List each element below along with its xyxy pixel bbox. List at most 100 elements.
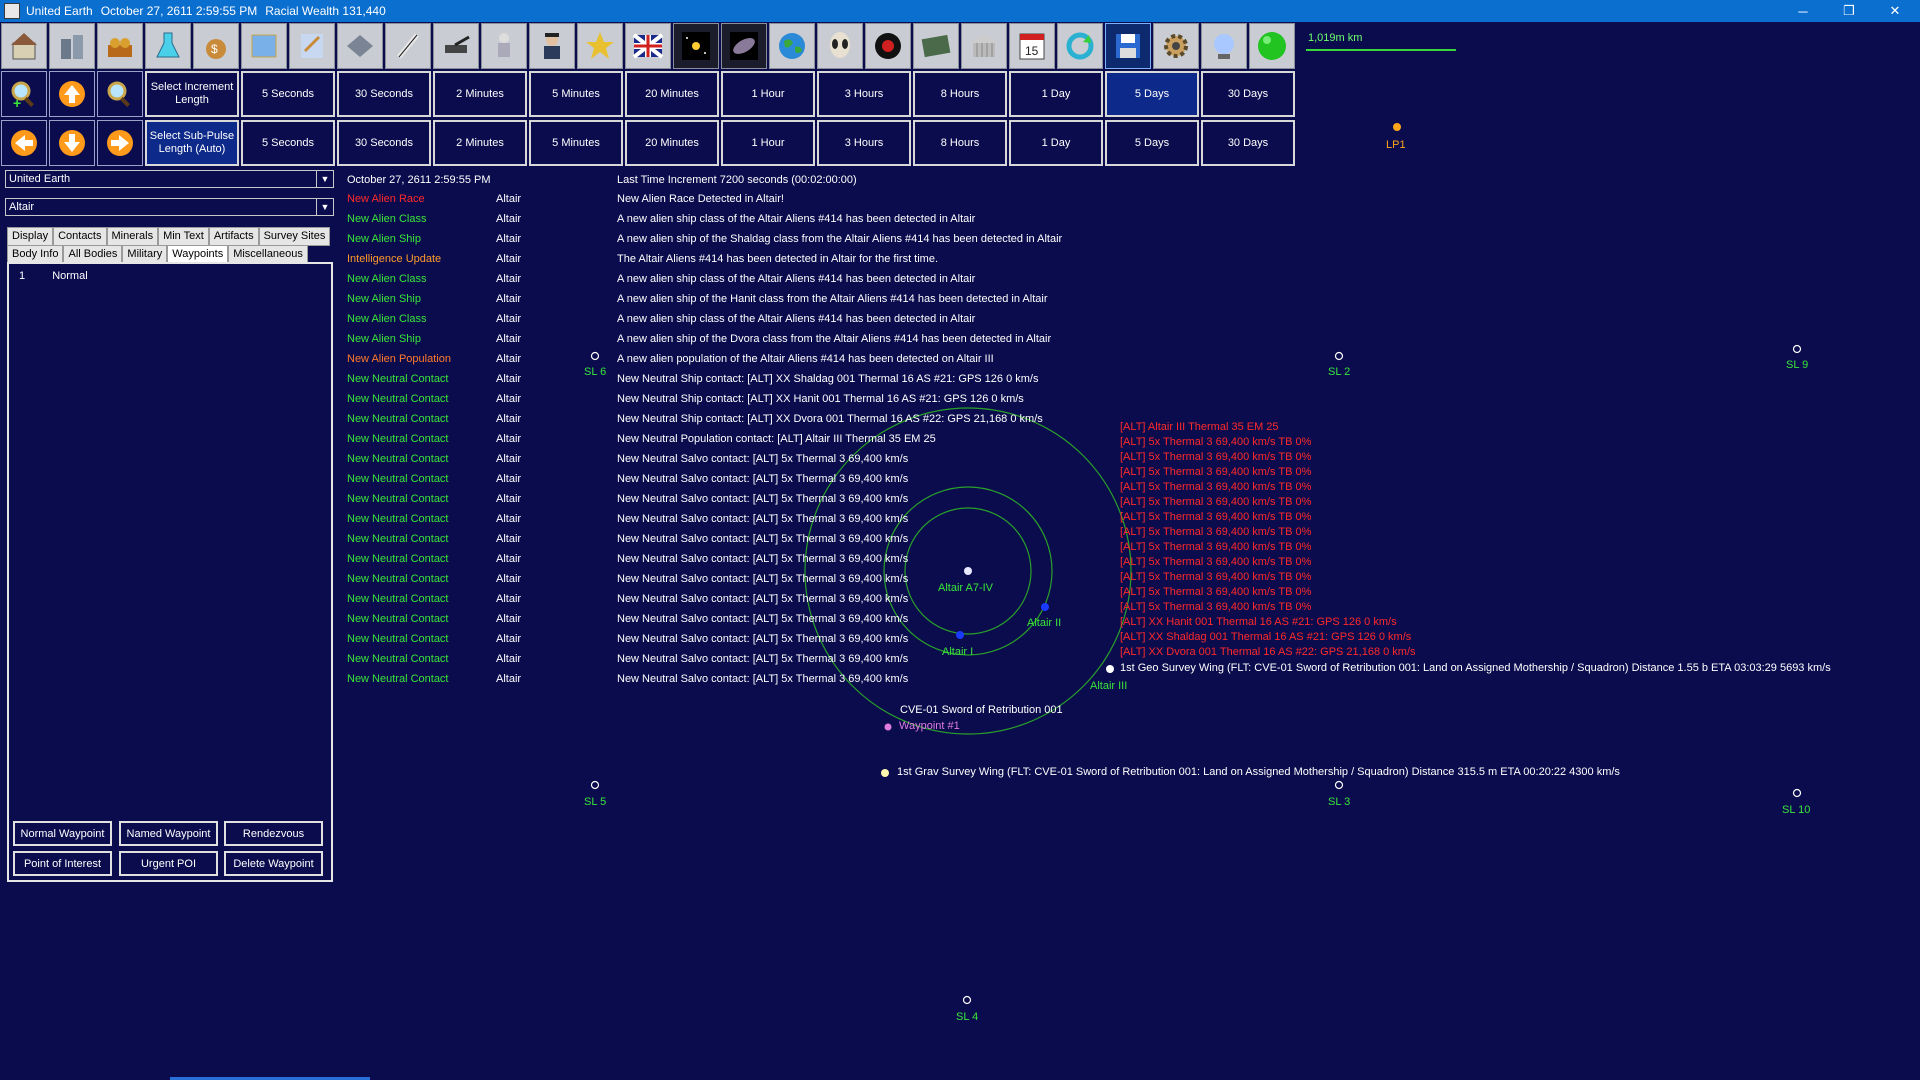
named-waypoint-button[interactable]: Named Waypoint (119, 821, 218, 846)
subpulse-5-minutes-button[interactable]: 5 Minutes (529, 120, 623, 166)
tab-artifacts[interactable]: Artifacts (208, 227, 259, 246)
intelligence-icon[interactable] (865, 23, 911, 69)
colony-icon[interactable] (1, 23, 47, 69)
chevron-down-icon[interactable]: ▼ (316, 171, 333, 187)
tab-minerals[interactable]: Minerals (106, 227, 159, 246)
subpulse-8-hours-button[interactable]: 8 Hours (913, 120, 1007, 166)
event-type: New Neutral Contact (347, 453, 449, 465)
planet-altair-iii[interactable] (1106, 665, 1114, 673)
green-orb-icon[interactable] (1249, 23, 1295, 69)
subpulse-3-hours-button[interactable]: 3 Hours (817, 120, 911, 166)
globe-icon[interactable] (769, 23, 815, 69)
system-select[interactable]: Altair ▼ (5, 198, 334, 216)
close-button[interactable]: ✕ (1872, 0, 1918, 22)
waypoint-list[interactable]: 1 Normal (7, 262, 333, 882)
waypoint-marker[interactable] (884, 723, 892, 731)
research-icon[interactable] (145, 23, 191, 69)
event-text: A new alien ship class of the Altair Ali… (617, 213, 976, 225)
galaxy-map-icon[interactable] (721, 23, 767, 69)
increment-30-seconds-button[interactable]: 30 Seconds (337, 71, 431, 117)
increment-5-days-button[interactable]: 5 Days (1105, 71, 1199, 117)
zoom-out-icon[interactable] (97, 71, 143, 117)
ground-units-icon[interactable] (433, 23, 479, 69)
increment-3-hours-button[interactable]: 3 Hours (817, 71, 911, 117)
race-flag-icon[interactable] (625, 23, 671, 69)
increment-5-minutes-button[interactable]: 5 Minutes (529, 71, 623, 117)
increment-1-hour-button[interactable]: 1 Hour (721, 71, 815, 117)
tab-display[interactable]: Display (7, 227, 54, 246)
contact-label: [ALT] 5x Thermal 3 69,400 km/s TB 0% (1120, 481, 1312, 493)
select-subpulse-button[interactable]: Select Sub-Pulse Length (Auto) (145, 120, 239, 166)
arrow-left-icon[interactable] (1, 120, 47, 166)
subpulse-5-days-button[interactable]: 5 Days (1105, 120, 1199, 166)
save-icon[interactable] (1105, 23, 1151, 69)
subpulse-1-day-button[interactable]: 1 Day (1009, 120, 1103, 166)
survey-location-marker[interactable] (1334, 780, 1344, 790)
event-icon[interactable] (913, 23, 959, 69)
settings-icon[interactable] (1153, 23, 1199, 69)
title-bar: United Earth October 27, 2611 2:59:55 PM… (0, 0, 1920, 22)
event-system: Altair (496, 333, 522, 345)
subpulse-30-days-button[interactable]: 30 Days (1201, 120, 1295, 166)
delete-waypoint-button[interactable]: Delete Waypoint (224, 851, 323, 876)
event-text: New Neutral Salvo contact: [ALT] 5x Ther… (617, 453, 909, 465)
normal-waypoint-button[interactable]: Normal Waypoint (13, 821, 112, 846)
subpulse-20-minutes-button[interactable]: 20 Minutes (625, 120, 719, 166)
list-item[interactable]: 1 Normal (19, 270, 88, 282)
survey-location-marker[interactable] (1334, 351, 1344, 361)
waypoint-type: Normal (52, 270, 88, 282)
survey-location-marker[interactable] (590, 351, 600, 361)
point-of-interest-button[interactable]: Point of Interest (13, 851, 112, 876)
race-select[interactable]: United Earth ▼ (5, 170, 334, 188)
fleet-icon[interactable] (337, 23, 383, 69)
arrow-up-icon[interactable] (49, 71, 95, 117)
maximize-button[interactable]: ❐ (1826, 0, 1872, 22)
increment-30-days-button[interactable]: 30 Days (1201, 71, 1295, 117)
tab-min-text[interactable]: Min Text (158, 227, 209, 246)
increment-8-hours-button[interactable]: 8 Hours (913, 71, 1007, 117)
survey-location-marker[interactable] (962, 995, 972, 1005)
star-altair[interactable] (964, 567, 972, 575)
planet-altair-i[interactable] (956, 631, 964, 639)
rendezvous-button[interactable]: Rendezvous (224, 821, 323, 846)
wealth-icon[interactable]: $ (193, 23, 239, 69)
contact-label: [ALT] 5x Thermal 3 69,400 km/s TB 0% (1120, 556, 1312, 568)
system-view-icon[interactable] (673, 23, 719, 69)
lagrange-point-marker[interactable] (1393, 123, 1401, 131)
zoom-in-icon[interactable]: + (1, 71, 47, 117)
increment-2-minutes-button[interactable]: 2 Minutes (433, 71, 527, 117)
calendar-icon[interactable]: 15 (1009, 23, 1055, 69)
industry-icon[interactable] (49, 23, 95, 69)
class-design-icon[interactable] (289, 23, 335, 69)
alien-icon[interactable] (817, 23, 863, 69)
arrow-down-icon[interactable] (49, 120, 95, 166)
commander-icon[interactable] (529, 23, 575, 69)
survey-location-marker[interactable] (1792, 344, 1802, 354)
medal-icon[interactable] (577, 23, 623, 69)
subpulse-30-seconds-button[interactable]: 30 Seconds (337, 120, 431, 166)
arrow-right-icon[interactable] (97, 120, 143, 166)
subpulse-1-hour-button[interactable]: 1 Hour (721, 120, 815, 166)
subpulse-5-seconds-button[interactable]: 5 Seconds (241, 120, 335, 166)
increment-5-seconds-button[interactable]: 5 Seconds (241, 71, 335, 117)
fleet-marker[interactable] (881, 769, 889, 777)
minimize-button[interactable]: ─ (1780, 0, 1826, 22)
refresh-icon[interactable] (1057, 23, 1103, 69)
tab-survey-sites[interactable]: Survey Sites (258, 227, 331, 246)
subpulse-2-minutes-button[interactable]: 2 Minutes (433, 120, 527, 166)
government-icon[interactable] (961, 23, 1007, 69)
increment-20-minutes-button[interactable]: 20 Minutes (625, 71, 719, 117)
urgent-poi-button[interactable]: Urgent POI (119, 851, 218, 876)
troop-icon[interactable] (481, 23, 527, 69)
increment-1-day-button[interactable]: 1 Day (1009, 71, 1103, 117)
tab-contacts[interactable]: Contacts (53, 227, 107, 246)
survey-location-marker[interactable] (1792, 788, 1802, 798)
survey-location-marker[interactable] (590, 780, 600, 790)
planet-altair-ii[interactable] (1041, 603, 1049, 611)
sphere-icon[interactable] (1201, 23, 1247, 69)
mining-icon[interactable] (97, 23, 143, 69)
missile-icon[interactable] (385, 23, 431, 69)
chevron-down-icon[interactable]: ▼ (316, 199, 333, 215)
design-icon[interactable] (241, 23, 287, 69)
event-type: New Neutral Contact (347, 593, 449, 605)
